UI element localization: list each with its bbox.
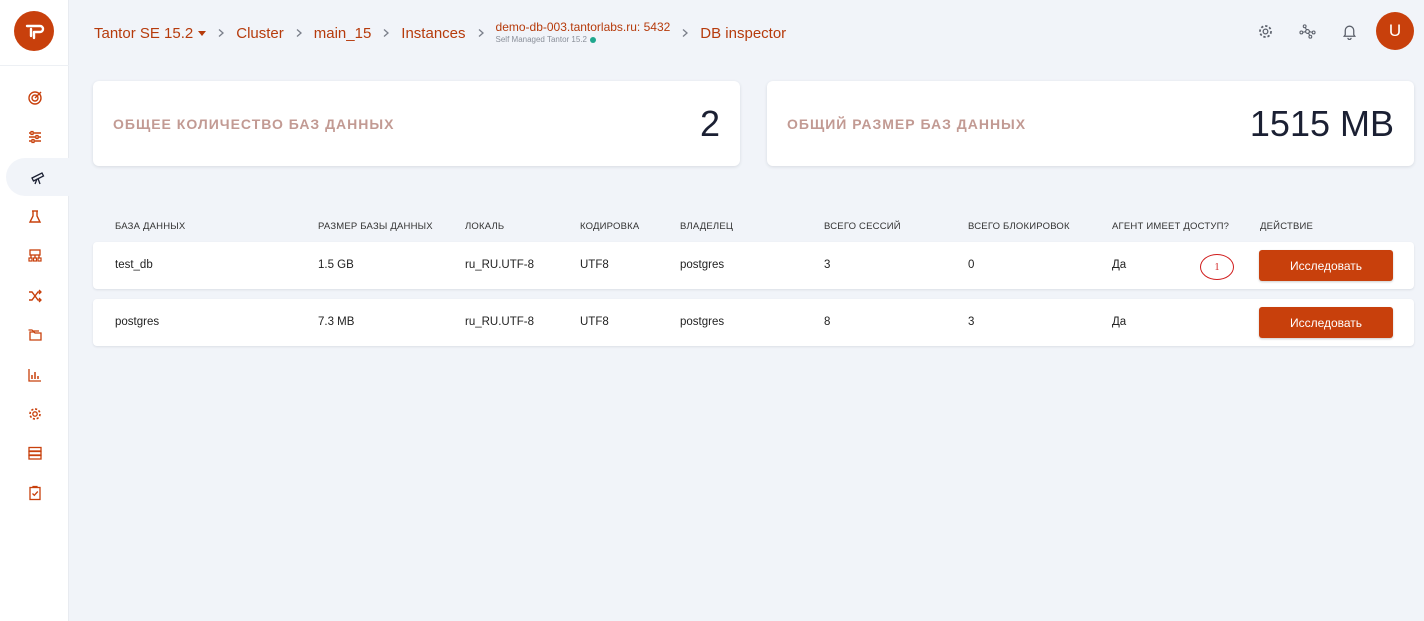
checklist-icon [28, 485, 41, 501]
network-icon [1298, 23, 1316, 39]
logo-mark-icon [25, 24, 45, 40]
breadcrumb-product-label: Tantor SE 15.2 [94, 24, 194, 42]
breadcrumb-product[interactable]: Tantor SE 15.2 [94, 24, 207, 42]
chevron-right-icon [206, 28, 236, 38]
avatar[interactable]: U [1376, 12, 1414, 50]
header-actions: U [1244, 12, 1414, 50]
db-count-label: ОБЩЕЕ КОЛИЧЕСТВО БАЗ ДАННЫХ [113, 115, 395, 132]
sidebar-divider [0, 65, 69, 66]
bar-chart-icon [27, 369, 41, 382]
column-header-owner[interactable]: ВЛАДЕЛЕЦ [680, 221, 733, 232]
breadcrumb-instances[interactable]: Instances [401, 25, 465, 42]
table-header: БАЗА ДАННЫХ РАЗМЕР БАЗЫ ДАННЫХ ЛОКАЛЬ КО… [93, 212, 1414, 240]
sidebar-item-overview[interactable] [0, 79, 69, 117]
breadcrumb-database-cluster[interactable]: main_15 [314, 25, 372, 42]
flask-icon [28, 210, 41, 223]
verified-check-icon [590, 37, 596, 43]
cell-db: test_db [115, 259, 153, 271]
bell-icon [1342, 25, 1356, 40]
db-count-value: 2 [699, 102, 720, 144]
column-header-action: ДЕЙСТВИЕ [1260, 221, 1314, 232]
annotation-marker: 1 [1200, 254, 1234, 280]
cell-owner: postgres [680, 259, 725, 271]
cell-access: Да [1112, 259, 1127, 271]
cell-locale: ru_RU.UTF-8 [465, 316, 535, 328]
cell-sessions: 3 [824, 259, 831, 271]
column-header-locks[interactable]: ВСЕГО БЛОКИРОВОК [968, 221, 1070, 232]
settings-button[interactable] [1244, 12, 1286, 50]
cell-owner: postgres [680, 316, 725, 328]
db-size-label: ОБЩИЙ РАЗМЕР БАЗ ДАННЫХ [787, 115, 1027, 132]
breadcrumb: Tantor SE 15.2 Cluster main_15 Instances… [94, 16, 786, 50]
sidebar-item-db-inspector[interactable] [6, 158, 69, 196]
db-size-value: 1515 MB [1249, 102, 1394, 144]
notifications-button[interactable] [1328, 12, 1370, 50]
cell-locks: 3 [968, 316, 975, 328]
chevron-right-icon [371, 28, 401, 38]
column-header-encoding[interactable]: КОДИРОВКА [580, 221, 639, 232]
inspect-button[interactable]: Исследовать [1259, 250, 1393, 281]
cell-sessions: 8 [824, 316, 831, 328]
cell-access: Да [1112, 316, 1127, 328]
sidebar-item-tasks[interactable] [0, 474, 69, 512]
chevron-right-icon [466, 28, 496, 38]
cell-encoding: UTF8 [580, 316, 609, 328]
cell-size: 7.3 MB [318, 316, 355, 328]
breadcrumb-cluster[interactable]: Cluster [236, 25, 284, 42]
db-count-card: ОБЩЕЕ КОЛИЧЕСТВО БАЗ ДАННЫХ 2 [93, 81, 740, 166]
instance-subtitle: Self Managed Tantor 15.2 [496, 34, 671, 46]
sidebar-item-analysis[interactable] [0, 198, 69, 236]
cell-size: 1.5 GB [318, 259, 354, 271]
column-header-locale[interactable]: ЛОКАЛЬ [465, 221, 504, 232]
gear-icon [28, 408, 41, 420]
cell-locks: 0 [968, 259, 975, 271]
sidebar-item-configuration[interactable] [0, 118, 69, 156]
target-icon [27, 91, 42, 105]
sidebar-item-metrics[interactable] [0, 356, 69, 394]
settings-icon [1258, 24, 1272, 38]
sidebar-item-topology[interactable] [0, 237, 69, 275]
cell-db: postgres [115, 316, 160, 328]
tantor-logo[interactable] [14, 11, 54, 51]
cell-encoding: UTF8 [580, 259, 609, 271]
table-row: test_db 1.5 GB ru_RU.UTF-8 UTF8 postgres… [93, 242, 1414, 289]
column-header-access[interactable]: АГЕНТ ИМЕЕТ ДОСТУП? [1112, 221, 1229, 232]
instance-subtitle-text: Self Managed Tantor 15.2 [495, 35, 587, 44]
table-row: postgres 7.3 MB ru_RU.UTF-8 UTF8 postgre… [93, 299, 1414, 346]
sidebar [0, 0, 69, 621]
telescope-icon [30, 172, 44, 185]
column-header-db[interactable]: БАЗА ДАННЫХ [115, 221, 185, 232]
breadcrumb-current: DB inspector [700, 24, 787, 42]
shuffle-icon [28, 289, 42, 303]
sidebar-item-settings[interactable] [0, 395, 69, 433]
inspect-button[interactable]: Исследовать [1259, 307, 1393, 338]
cell-locale: ru_RU.UTF-8 [465, 259, 535, 271]
instance-host: demo-db-003.tantorlabs.ru: 5432 [495, 20, 671, 34]
chevron-right-icon [670, 28, 700, 38]
breadcrumb-instance[interactable]: demo-db-003.tantorlabs.ru: 5432 Self Man… [496, 20, 671, 46]
sliders-icon [28, 130, 41, 144]
chevron-right-icon [284, 28, 314, 38]
sidebar-item-storage[interactable] [0, 434, 69, 472]
column-header-size[interactable]: РАЗМЕР БАЗЫ ДАННЫХ [318, 221, 433, 232]
server-icon [27, 446, 42, 460]
db-size-card: ОБЩИЙ РАЗМЕР БАЗ ДАННЫХ 1515 MB [767, 81, 1414, 166]
column-header-sessions[interactable]: ВСЕГО СЕССИЙ [824, 221, 901, 232]
sidebar-item-files[interactable] [0, 316, 69, 354]
sidebar-item-replication[interactable] [0, 277, 69, 315]
folders-icon [28, 329, 42, 341]
network-button[interactable] [1286, 12, 1328, 50]
caret-down-icon [198, 30, 207, 36]
hierarchy-icon [27, 249, 42, 262]
